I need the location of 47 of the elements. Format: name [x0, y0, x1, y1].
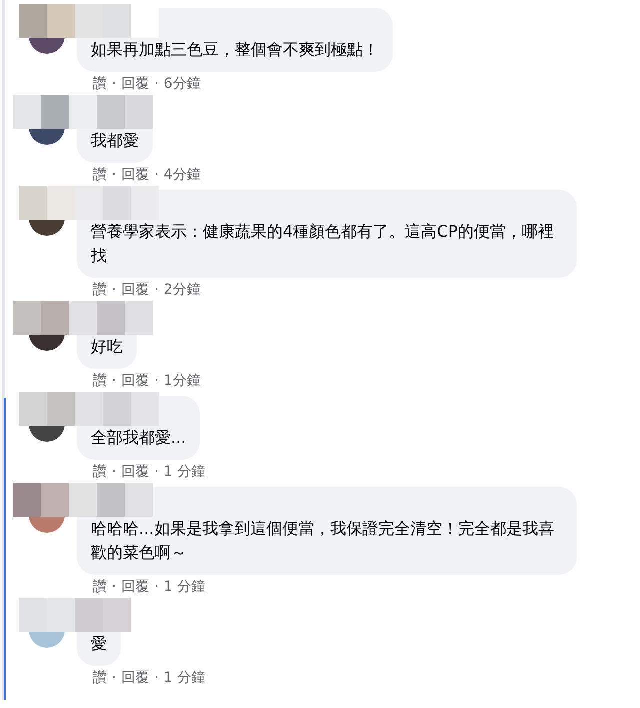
like-link[interactable]: 讚	[93, 462, 107, 482]
reply-link[interactable]: 回覆	[121, 280, 150, 300]
timestamp-link[interactable]: 4分鐘	[164, 165, 201, 185]
like-link[interactable]: 讚	[93, 280, 107, 300]
avatar-icon[interactable]	[29, 220, 65, 236]
separator-dot: ·	[112, 372, 116, 391]
timestamp-link[interactable]: 1 分鐘	[164, 668, 206, 688]
separator-dot: ·	[112, 281, 116, 300]
separator-dot: ·	[112, 669, 116, 688]
separator-dot: ·	[112, 75, 116, 94]
reply-link[interactable]: 回覆	[121, 577, 150, 597]
avatar-icon[interactable]	[29, 426, 65, 442]
reply-link[interactable]: 回覆	[121, 371, 150, 391]
like-link[interactable]: 讚	[93, 577, 107, 597]
reply-link[interactable]: 回覆	[121, 74, 150, 94]
avatar-icon[interactable]	[29, 129, 65, 145]
timestamp-link[interactable]: 6分鐘	[164, 74, 201, 94]
comment-text: 愛	[91, 633, 107, 655]
comment-text: 如果再加點三色豆，整個會不爽到極點！	[91, 39, 379, 61]
like-link[interactable]: 讚	[93, 668, 107, 688]
comment-text: 哈哈哈...如果是我拿到這個便當，我保證完全清空！完全都是我喜歡的菜色啊～	[91, 518, 556, 564]
separator-dot: ·	[112, 578, 116, 597]
like-link[interactable]: 讚	[93, 165, 107, 185]
timestamp-link[interactable]: 1 分鐘	[164, 462, 206, 482]
comment-text: 我都愛	[91, 130, 139, 152]
reply-link[interactable]: 回覆	[121, 668, 150, 688]
reply-link[interactable]: 回覆	[121, 165, 150, 185]
reply-link[interactable]: 回覆	[121, 462, 150, 482]
separator-dot: ·	[154, 578, 159, 597]
like-link[interactable]: 讚	[93, 74, 107, 94]
timestamp-link[interactable]: 1分鐘	[164, 371, 201, 391]
separator-dot: ·	[154, 75, 159, 94]
comment-text: 全部我都愛...	[91, 427, 186, 449]
separator-dot: ·	[154, 166, 159, 185]
separator-dot: ·	[154, 372, 159, 391]
comment-text: 營養學家表示：健康蔬果的4種顏色都有了。這高CP的便當，哪裡找	[91, 221, 555, 267]
timestamp-link[interactable]: 2分鐘	[164, 280, 201, 300]
separator-dot: ·	[112, 166, 116, 185]
separator-dot: ·	[154, 281, 159, 300]
like-link[interactable]: 讚	[93, 371, 107, 391]
timestamp-link[interactable]: 1 分鐘	[164, 577, 206, 597]
avatar-icon[interactable]	[29, 38, 65, 54]
separator-dot: ·	[112, 463, 116, 482]
separator-dot: ·	[154, 669, 159, 688]
comment-text: 好吃	[91, 336, 123, 358]
separator-dot: ·	[154, 463, 159, 482]
avatar-icon[interactable]	[29, 335, 65, 351]
